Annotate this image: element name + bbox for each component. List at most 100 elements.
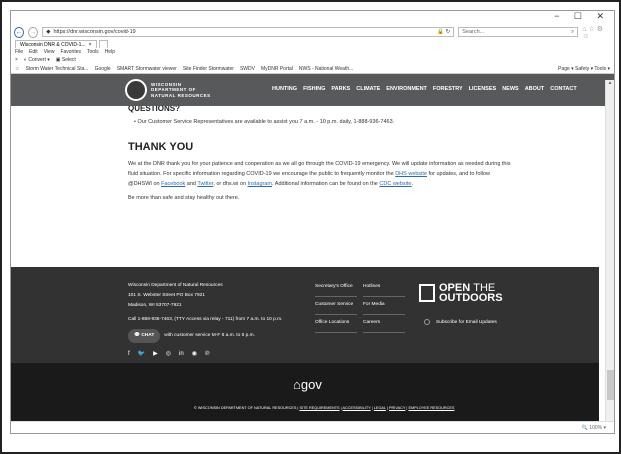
back-arrow-icon[interactable]: ← [14,26,25,38]
facebook-link[interactable]: Facebook [161,181,185,187]
nav-forestry[interactable]: FORESTRY [433,86,463,92]
nav-fishing[interactable]: FISHING [303,86,325,92]
main-content: QUESTIONS? • Our Customer Service Repres… [11,105,614,202]
new-tab-button[interactable] [98,40,108,48]
footer-org: Wisconsin Department of Natural Resource… [128,283,223,288]
fav-item[interactable]: SMART Stormwater viewer [117,66,177,72]
scroll-up-icon[interactable]: ▲ [606,80,614,86]
menu-file[interactable]: File [15,49,23,55]
link-legal[interactable]: LEGAL [374,406,386,410]
forward-arrow-icon[interactable]: → [28,26,39,38]
podcast-icon[interactable]: ◉ [192,349,197,359]
fav-item[interactable]: Google [95,66,111,72]
footer-contact: Wisconsin Department of Natural Resource… [128,281,282,359]
toolbar-right-menus[interactable]: Page ▾ Safety ▾ Tools ▾ [558,66,614,72]
close-tab-icon[interactable]: × [89,42,92,48]
search-input[interactable]: Search... ⌕ [458,27,579,37]
link-accessibility[interactable]: ACCESSIBILITY [342,406,370,410]
questions-item: • Our Customer Service Representatives a… [134,119,395,125]
status-bar: 🔍 100% ▾ [11,421,614,433]
lock-refresh-icon[interactable]: 🔒 ↻ [437,29,450,35]
tab-strip: Wisconsin DNR & COVID-1... × [11,39,614,48]
menu-tools[interactable]: Tools [87,49,99,55]
screen-frame: − ☐ ✕ ← → ◆ https://dnr.wisconsin.gov/co… [0,0,621,454]
footer-link-media[interactable]: For Media [363,297,405,315]
menu-help[interactable]: Help [105,49,115,55]
footer-bottom: ⌂gov © WISCONSIN DEPARTMENT OF NATURAL R… [11,363,599,421]
select-button[interactable]: ▣ Select [56,57,76,63]
pinterest-icon[interactable]: ℗ [205,349,209,359]
footer-link-careers[interactable]: Careers [363,315,405,333]
dnr-logo-icon[interactable] [125,79,147,101]
url-text: https://dnr.wisconsin.gov/covid-19 [53,29,136,35]
zoom-level[interactable]: 🔍 100% ▾ [582,425,606,431]
footer-link-secretary[interactable]: Secretary's Office [315,279,357,297]
door-icon [419,284,435,302]
footer-call: Call 1-888-936-7463, (TTY Access via rel… [128,317,283,322]
command-bar: × ◐ Convert ▾ ▣ Select [11,56,614,64]
site-footer: Wisconsin Department of Natural Resource… [11,267,599,363]
window-controls[interactable]: − ☐ ✕ [554,11,610,22]
main-nav: HUNTING FISHING PARKS CLIMATE ENVIRONMEN… [272,86,577,92]
link-employee-resources[interactable]: EMPLOYEE RESOURCES [408,406,454,410]
instagram-link[interactable]: Instagram [248,181,272,187]
fav-item[interactable]: Storm Water Technical Sta... [25,66,88,72]
link-site-requirements[interactable]: SITE REQUIREMENTS [299,406,339,410]
browser-window: − ☐ ✕ ← → ◆ https://dnr.wisconsin.gov/co… [10,10,615,434]
nav-about[interactable]: ABOUT [525,86,545,92]
closing-text: Be more than safe and stay healthy out t… [128,195,240,201]
check-icon [424,319,430,325]
site-favicon-icon: ◆ [46,29,51,35]
vertical-scrollbar[interactable]: ▲ [605,80,614,423]
thank-you-heading: THANK YOU [128,141,194,153]
nav-hunting[interactable]: HUNTING [272,86,297,92]
footer-link-office-locations[interactable]: Office Locations [315,315,357,333]
footer-col-2: Hotlines For Media Careers [363,279,405,333]
footer-link-hotlines[interactable]: Hotlines [363,279,405,297]
cdc-link[interactable]: CDC website [379,181,411,187]
menu-bar: File Edit View Favorites Tools Help [11,48,614,56]
fav-item[interactable]: MyDNR Portal [261,66,293,72]
search-icon[interactable]: ⌕ [571,29,574,36]
nav-parks[interactable]: PARKS [331,86,350,92]
home-star-gear-icons[interactable]: ⌂☆⚙☺ [582,25,611,40]
nav-climate[interactable]: CLIMATE [356,86,380,92]
close-icon[interactable]: × [15,57,18,63]
menu-edit[interactable]: Edit [29,49,38,55]
instagram-icon[interactable]: ◎ [166,349,171,359]
nav-environment[interactable]: ENVIRONMENT [386,86,427,92]
menu-view[interactable]: View [44,49,55,55]
twitter-icon[interactable]: 🐦 [138,349,145,359]
address-row: ← → ◆ https://dnr.wisconsin.gov/covid-19… [11,25,614,40]
chat-row: 💬 CHAT with customer service M-F 8 a.m. … [128,329,282,343]
search-placeholder: Search... [462,29,485,35]
link-privacy[interactable]: PRIVACY [389,406,405,410]
address-bar[interactable]: ◆ https://dnr.wisconsin.gov/covid-19 🔒 ↻ [42,27,455,37]
linkedin-icon[interactable]: in [179,349,184,359]
dhs-link[interactable]: DHS website [395,171,427,177]
wisconsin-gov-logo[interactable]: ⌂gov [293,377,322,392]
youtube-icon[interactable]: ▶ [153,349,158,359]
footer-street: 101 S. Webster Street PO Box 7921 [128,293,205,298]
fav-item[interactable]: NWS - National Weath... [299,66,353,72]
fav-item[interactable]: Site Finder Stormwater [183,66,234,72]
tab-active[interactable]: Wisconsin DNR & COVID-1... × [15,40,97,48]
favorites-star-icon[interactable]: ☆ [15,66,19,72]
open-the-outdoors-logo[interactable]: OPEN THE OUTDOORS [419,283,503,304]
facebook-icon[interactable]: f [128,349,130,359]
nav-licenses[interactable]: LICENSES [469,86,497,92]
menu-favorites[interactable]: Favorites [60,49,81,55]
scroll-thumb[interactable] [607,370,614,400]
footer-col-1: Secretary's Office Customer Service Offi… [315,279,357,333]
nav-contact[interactable]: CONTACT [550,86,576,92]
twitter-link[interactable]: Twitter [197,181,213,187]
site-header: WISCONSIN DEPARTMENT OF NATURAL RESOURCE… [11,74,614,106]
footer-link-customer-service[interactable]: Customer Service [315,297,357,315]
dnr-logo-text[interactable]: WISCONSIN DEPARTMENT OF NATURAL RESOURCE… [151,82,211,99]
convert-button[interactable]: ◐ Convert ▾ [24,57,50,63]
subscribe-link[interactable]: Subscribe for Email Updates [424,319,497,325]
chat-button[interactable]: 💬 CHAT [128,329,161,343]
title-bar: − ☐ ✕ [11,11,614,25]
nav-news[interactable]: NEWS [502,86,519,92]
fav-item[interactable]: SWDV [240,66,255,72]
